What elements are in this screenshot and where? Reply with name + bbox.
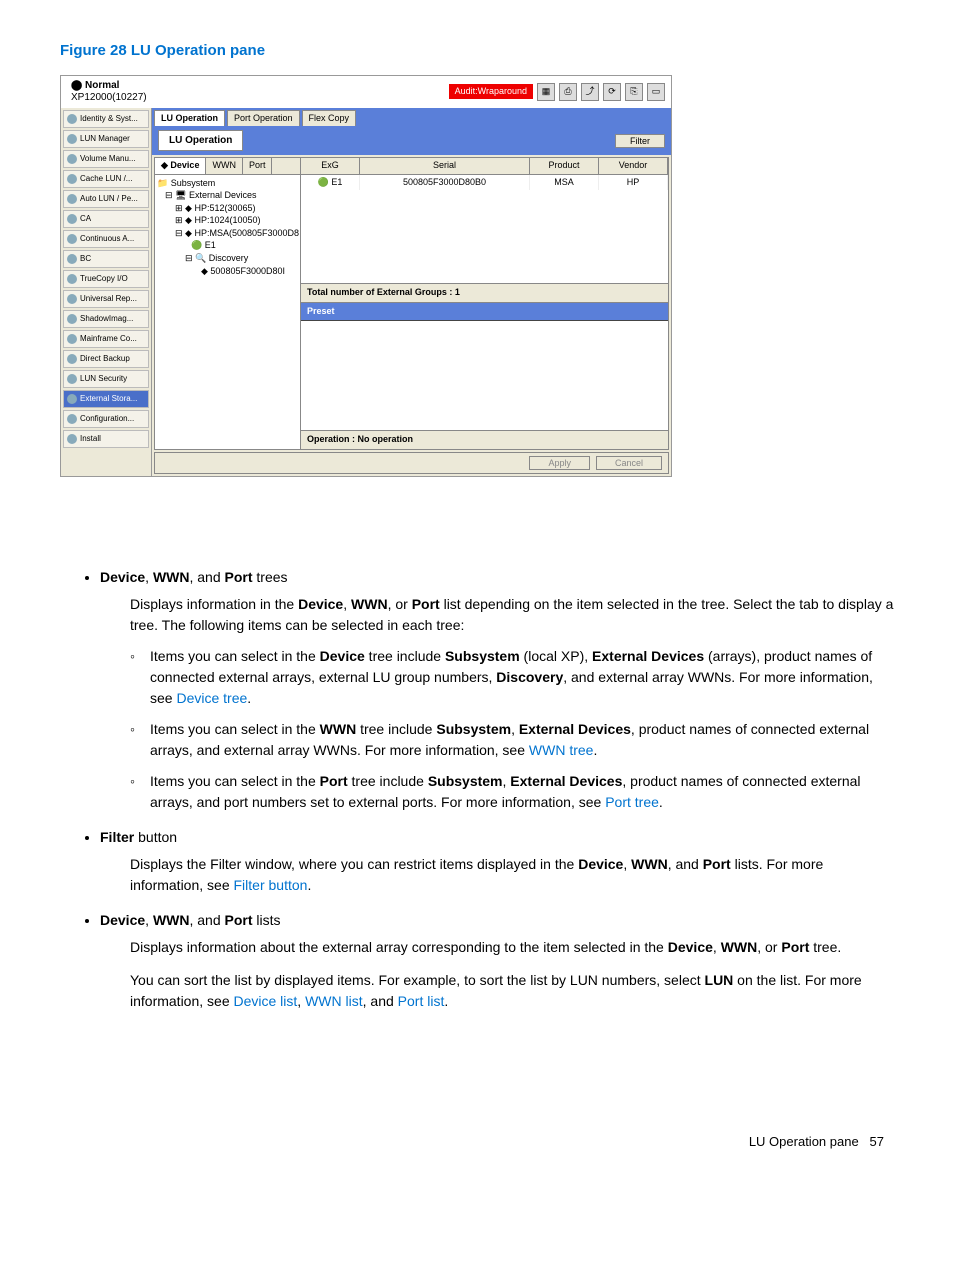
document-body: Device, WWN, and Port trees Displays inf… xyxy=(60,567,894,1012)
sidebar-item[interactable]: CA xyxy=(63,210,149,228)
module-icon xyxy=(67,134,77,144)
module-icon xyxy=(67,314,77,324)
table-row[interactable]: 🟢 E1 500805F3000D80B0 MSA HP xyxy=(301,175,668,191)
list-header: ExG Serial Product Vendor xyxy=(301,158,668,175)
sidebar-item[interactable]: Install xyxy=(63,430,149,448)
filter-button[interactable]: Filter xyxy=(615,134,665,148)
toolbar-icon[interactable]: ⤴ xyxy=(581,83,599,101)
link-port-list[interactable]: Port list xyxy=(398,993,445,1009)
panel-title: LU Operation xyxy=(158,130,243,151)
toolbar-icon[interactable]: ▭ xyxy=(647,83,665,101)
sidebar-item[interactable]: Volume Manu... xyxy=(63,150,149,168)
preset-header: Preset xyxy=(301,303,668,322)
cancel-button[interactable]: Cancel xyxy=(596,456,662,470)
sub-list-item: Items you can select in the WWN tree inc… xyxy=(130,719,894,761)
page-footer: LU Operation pane 57 xyxy=(60,1132,894,1152)
left-sidebar: Identity & Syst... LUN Manager Volume Ma… xyxy=(61,108,152,476)
app-topbar: ⬤ Normal XP12000(10227) Audit:Wraparound… xyxy=(61,76,671,109)
module-icon xyxy=(67,334,77,344)
link-port-tree[interactable]: Port tree xyxy=(605,794,659,810)
sidebar-item[interactable]: Cache LUN /... xyxy=(63,170,149,188)
module-icon xyxy=(67,294,77,304)
toolbar-icon[interactable]: ⎘ xyxy=(625,83,643,101)
col-vendor[interactable]: Vendor xyxy=(599,158,668,174)
list-heading: Device, WWN, and Port trees xyxy=(100,567,894,588)
module-icon xyxy=(67,414,77,424)
operation-status: Operation : No operation xyxy=(301,430,668,449)
tree-tab-device[interactable]: ◆ Device xyxy=(155,158,206,174)
module-icon xyxy=(67,214,77,224)
device-id: XP12000(10227) xyxy=(71,92,147,104)
total-groups-label: Total number of External Groups : 1 xyxy=(301,283,668,303)
sidebar-item[interactable]: BC xyxy=(63,250,149,268)
list-heading: Filter button xyxy=(100,827,894,848)
link-device-list[interactable]: Device list xyxy=(234,993,298,1009)
sub-list-item: Items you can select in the Port tree in… xyxy=(130,771,894,813)
tab-flex-copy[interactable]: Flex Copy xyxy=(302,110,357,127)
tab-port-operation[interactable]: Port Operation xyxy=(227,110,300,127)
preset-area xyxy=(301,321,668,430)
sidebar-item[interactable]: ShadowImag... xyxy=(63,310,149,328)
col-exg[interactable]: ExG xyxy=(301,158,360,174)
list-desc: Displays information in the Device, WWN,… xyxy=(100,594,894,636)
sidebar-item[interactable]: Direct Backup xyxy=(63,350,149,368)
link-wwn-tree[interactable]: WWN tree xyxy=(529,742,594,758)
status-label: ⬤ Normal xyxy=(71,80,147,92)
link-filter-button[interactable]: Filter button xyxy=(234,877,308,893)
link-wwn-list[interactable]: WWN list xyxy=(305,993,363,1009)
col-product[interactable]: Product xyxy=(530,158,599,174)
sidebar-item[interactable]: Auto LUN / Pe... xyxy=(63,190,149,208)
sidebar-item[interactable]: Mainframe Co... xyxy=(63,330,149,348)
sidebar-item[interactable]: Configuration... xyxy=(63,410,149,428)
list-desc: Displays the Filter window, where you ca… xyxy=(100,854,894,896)
module-icon xyxy=(67,274,77,284)
link-device-tree[interactable]: Device tree xyxy=(176,690,247,706)
sidebar-item[interactable]: LUN Security xyxy=(63,370,149,388)
toolbar-icon[interactable]: ▦ xyxy=(537,83,555,101)
list-desc: You can sort the list by displayed items… xyxy=(100,970,894,1012)
sidebar-item[interactable]: Universal Rep... xyxy=(63,290,149,308)
tree-tab-wwn[interactable]: WWN xyxy=(206,158,243,174)
toolbar-icon[interactable]: ⎙ xyxy=(559,83,577,101)
module-icon xyxy=(67,174,77,184)
sidebar-item[interactable]: TrueCopy I/O xyxy=(63,270,149,288)
apply-button[interactable]: Apply xyxy=(529,456,590,470)
module-icon xyxy=(67,354,77,364)
module-icon xyxy=(67,394,77,404)
module-icon xyxy=(67,154,77,164)
tree-tab-port[interactable]: Port xyxy=(243,158,273,174)
module-icon xyxy=(67,234,77,244)
figure-title: Figure 28 LU Operation pane xyxy=(60,40,894,63)
list-heading: Device, WWN, and Port lists xyxy=(100,910,894,931)
module-icon xyxy=(67,254,77,264)
module-icon xyxy=(67,194,77,204)
audit-badge: Audit:Wraparound xyxy=(449,84,533,100)
device-tree[interactable]: 📁 Subsystem ⊟ 🖥 External Devices ⊞ ◆ HP:… xyxy=(155,175,300,449)
sub-list-item: Items you can select in the Device tree … xyxy=(130,646,894,709)
toolbar-icon[interactable]: ⟳ xyxy=(603,83,621,101)
module-icon xyxy=(67,434,77,444)
sidebar-item[interactable]: Identity & Syst... xyxy=(63,110,149,128)
sidebar-item[interactable]: Continuous A... xyxy=(63,230,149,248)
sidebar-item-external-storage[interactable]: External Stora... xyxy=(63,390,149,408)
module-icon xyxy=(67,114,77,124)
screenshot-pane: ⬤ Normal XP12000(10227) Audit:Wraparound… xyxy=(60,75,672,477)
sidebar-item[interactable]: LUN Manager xyxy=(63,130,149,148)
list-desc: Displays information about the external … xyxy=(100,937,894,958)
module-icon xyxy=(67,374,77,384)
tab-lu-operation[interactable]: LU Operation xyxy=(154,110,225,127)
col-serial[interactable]: Serial xyxy=(360,158,530,174)
main-tabs: LU Operation Port Operation Flex Copy xyxy=(152,108,671,127)
